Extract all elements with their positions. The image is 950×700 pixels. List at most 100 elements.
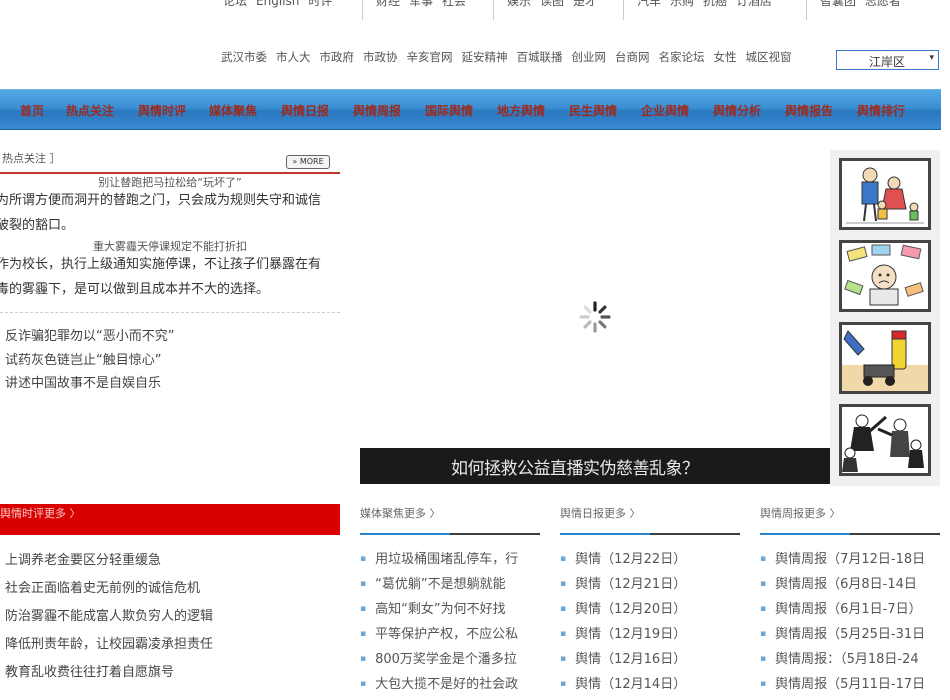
site-link[interactable]: 市政府 (320, 49, 355, 65)
money-cartoon-icon (844, 244, 924, 306)
site-link[interactable]: 台商网 (615, 49, 650, 65)
lighter-cartoon-thumbnail[interactable] (839, 322, 931, 394)
site-link[interactable]: 百城联播 (517, 49, 563, 65)
top-nav-link[interactable]: 社会 (442, 0, 466, 8)
list-item[interactable]: 教育乱收费往往打着自愿旗号 (5, 659, 213, 687)
nav-item-daily[interactable]: 舆情日报 (281, 102, 353, 119)
money-cartoon-thumbnail[interactable] (839, 240, 931, 312)
top-nav-link[interactable]: 论坛 (223, 0, 247, 8)
list-item[interactable]: 舆情（12月16日） (560, 648, 740, 673)
site-link[interactable]: 市人大 (276, 49, 311, 65)
top-nav-link[interactable]: 娱乐 (507, 0, 531, 8)
site-link[interactable]: 创业网 (572, 49, 607, 65)
site-link[interactable]: 城区视窗 (746, 49, 792, 65)
site-link[interactable]: 武汉市委 (221, 49, 267, 65)
site-link[interactable]: 名家论坛 (659, 49, 705, 65)
top-nav-link[interactable]: 时评 (308, 0, 332, 8)
list-item[interactable]: 大包大揽不是好的社会政 (360, 673, 532, 698)
slideshow[interactable]: 如何拯救公益直播实伪慈善乱象？ (360, 150, 830, 486)
cartoon-thumbnails (830, 150, 940, 486)
top-nav-group-4: 汽车 乐购 抗癌 订酒店 (637, 0, 772, 8)
nav-item-ranking[interactable]: 舆情排行 (857, 102, 917, 119)
top-nav-group-1: 论坛 English 时评 (223, 0, 332, 8)
district-select-value: 江岸区 (869, 55, 906, 69)
list-item[interactable]: 舆情（12月21日） (560, 573, 740, 598)
list-item[interactable]: 舆情（12月19日） (560, 623, 740, 648)
district-select[interactable]: 江岸区 ▾ (836, 50, 939, 70)
slide-caption[interactable]: 如何拯救公益直播实伪慈善乱象？ (451, 454, 699, 479)
top-nav-link[interactable]: 智囊团 (820, 0, 856, 8)
nav-item-analysis[interactable]: 舆情分析 (713, 102, 785, 119)
list-item[interactable]: 舆情周报：（5月18日-24 (760, 648, 932, 673)
site-link[interactable]: 女性 (714, 49, 737, 65)
media-header: 媒体聚焦更多 〉 (360, 504, 540, 535)
summary-line: 破裂的豁口。 (0, 218, 75, 233)
list-item[interactable]: 舆情（12月22日） (560, 548, 740, 573)
media-list: 用垃圾桶围堵乱停车，行 “葛优躺”不是想躺就能 高知“剩女”为何不好找 平等保护… (360, 548, 532, 698)
divider (760, 533, 850, 535)
nav-item-weekly[interactable]: 舆情周报 (353, 102, 425, 119)
divider (360, 533, 450, 535)
top-nav-link[interactable]: 抗癌 (703, 0, 727, 8)
commentary-header: 舆情时评更多 〉 (0, 504, 340, 535)
nav-item-hot[interactable]: 热点关注 (66, 102, 138, 119)
nav-item-report[interactable]: 舆情报告 (785, 102, 857, 119)
nav-item-local[interactable]: 地方舆情 (497, 102, 569, 119)
list-item[interactable]: “葛优躺”不是想躺就能 (360, 573, 532, 598)
list-item[interactable]: 高知“剩女”为何不好找 (360, 598, 532, 623)
lighter-cartoon-icon (842, 330, 928, 391)
top-nav-link[interactable]: 读图 (540, 0, 564, 8)
commentary-list: 上调养老金要区分轻重缓急 社会正面临着史无前例的诚信危机 防治雾霾不能成富人欺负… (5, 547, 213, 687)
article-summary: 作为校长，执行上级通知实施停课，不让孩子们暴露在有 毒的雾霾下，是可以做到且成本… (0, 252, 321, 302)
top-nav-link[interactable]: 楚才 (573, 0, 597, 8)
list-item[interactable]: 试药灰色链岂止“触目惊心” (5, 349, 174, 373)
divider (493, 0, 494, 20)
nav-item-international[interactable]: 国际舆情 (425, 102, 497, 119)
crowd-cartoon-thumbnail[interactable] (839, 404, 931, 476)
nav-item-home[interactable]: 首页 (20, 102, 66, 119)
top-nav-link[interactable]: English (256, 0, 299, 8)
list-item[interactable]: 讲述中国故事不是自娱自乐 (5, 372, 174, 396)
top-nav-group-2: 财经 军事 社会 (376, 0, 466, 8)
site-link[interactable]: 市政协 (363, 49, 398, 65)
section-title[interactable]: 媒体聚焦更多 〉 (360, 505, 441, 521)
list-item[interactable]: 降低刑责年龄，让校园霸凌承担责任 (5, 631, 213, 659)
list-item[interactable]: 用垃圾桶围堵乱停车，行 (360, 548, 532, 573)
list-item[interactable]: 反诈骗犯罪勿以“恶小而不究” (5, 325, 174, 349)
top-nav-link[interactable]: 乐购 (670, 0, 694, 8)
list-item[interactable]: 舆情周报（6月8日-14日 (760, 573, 932, 598)
top-nav-link[interactable]: 订酒店 (736, 0, 772, 8)
list-item[interactable]: 800万奖学金是个潘多拉 (360, 648, 532, 673)
loading-spinner-icon (579, 301, 611, 333)
list-item[interactable]: 社会正面临着史无前例的诚信危机 (5, 575, 213, 603)
section-title[interactable]: 舆情时评更多 〉 (0, 505, 81, 521)
nav-item-livelihood[interactable]: 民生舆情 (569, 102, 641, 119)
list-item[interactable]: 上调养老金要区分轻重缓急 (5, 547, 213, 575)
daily-header: 舆情日报更多 〉 (560, 504, 740, 535)
section-title[interactable]: 舆情日报更多 〉 (560, 505, 641, 521)
nav-item-enterprise[interactable]: 企业舆情 (641, 102, 713, 119)
top-nav-link[interactable]: 汽车 (637, 0, 661, 8)
nav-item-media[interactable]: 媒体聚焦 (209, 102, 281, 119)
list-item[interactable]: 舆情周报（5月11日-17日 (760, 673, 932, 698)
family-cartoon-thumbnail[interactable] (839, 158, 931, 230)
site-link[interactable]: 辛亥官网 (407, 49, 453, 65)
list-item[interactable]: 舆情（12月20日） (560, 598, 740, 623)
top-nav-link[interactable]: 军事 (409, 0, 433, 8)
list-item[interactable]: 舆情周报（5月25日-31日 (760, 623, 932, 648)
more-button[interactable]: » MORE (286, 155, 330, 169)
weekly-header: 舆情周报更多 〉 (760, 504, 940, 535)
list-item[interactable]: 舆情周报（6月1日-7日） (760, 598, 932, 623)
section-title[interactable]: 舆情周报更多 〉 (760, 505, 841, 521)
top-nav-link[interactable]: 财经 (376, 0, 400, 8)
list-item[interactable]: 舆情（12月14日） (560, 673, 740, 698)
divider (0, 312, 340, 313)
list-item[interactable]: 舆情周报（7月12日-18日 (760, 548, 932, 573)
family-cartoon-icon (846, 167, 924, 224)
list-item[interactable]: 防治雾霾不能成富人欺负穷人的逻辑 (5, 603, 213, 631)
divider (623, 0, 624, 20)
top-nav-link[interactable]: 志愿者 (865, 0, 901, 8)
list-item[interactable]: 平等保护产权，不应公私 (360, 623, 532, 648)
site-link[interactable]: 延安精神 (462, 49, 508, 65)
nav-item-commentary[interactable]: 舆情时评 (138, 102, 209, 119)
